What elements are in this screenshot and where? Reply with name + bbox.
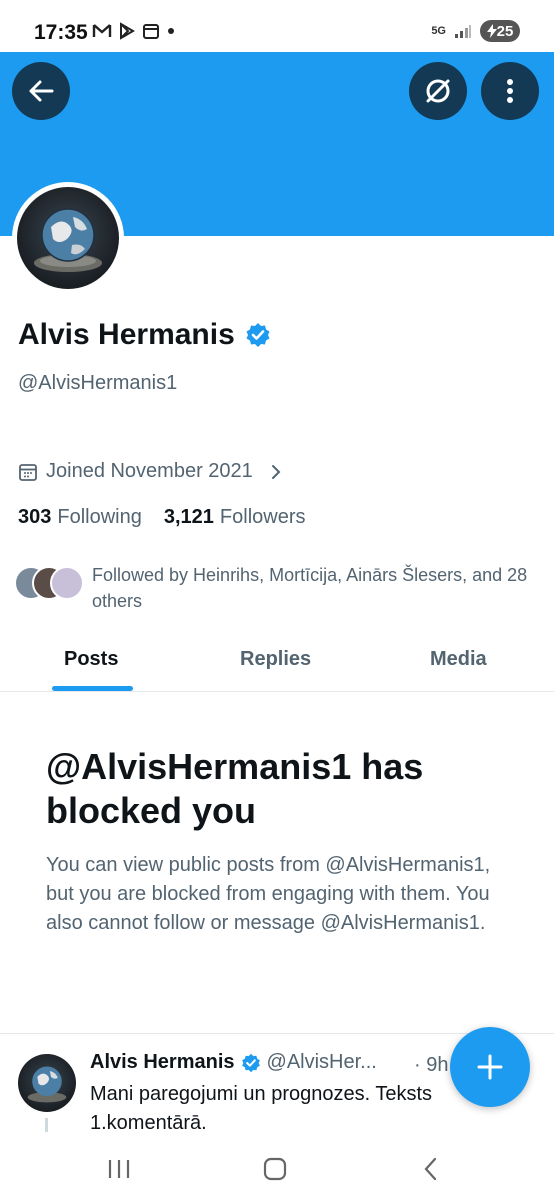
play-store-icon [120,22,135,40]
tweet-author-name[interactable]: Alvis Hermanis [90,1051,235,1074]
verified-badge-icon[interactable] [245,322,271,348]
tab-media[interactable]: Media [430,648,487,671]
follower-avatar [50,566,84,600]
followers-link[interactable]: 3,121 Followers [164,506,306,529]
globe-sculpture-image [27,1066,67,1103]
tweet-header: Alvis Hermanis @AlvisHer... [90,1051,470,1074]
gmail-icon [92,24,112,37]
more-options-button[interactable] [481,62,539,120]
blocked-title: @AlvisHermanis1 has blocked you [46,746,424,831]
following-count: 303 [18,506,52,528]
calendar-icon [143,24,159,39]
battery-level: 25 [496,22,514,40]
tweet-text[interactable]: Mani paregojumi un prognozes. Teksts 1.k… [90,1080,440,1138]
followers-count: 3,121 [163,506,214,528]
tab-replies[interactable]: Replies [240,648,311,671]
active-tab-indicator [52,686,133,691]
grok-button[interactable] [409,62,467,120]
joined-row[interactable]: Joined November 2021 [18,460,285,483]
profile-name: Alvis Hermanis [18,318,235,351]
profile-name-row: Alvis Hermanis [18,318,271,352]
followers-label: Followers [219,506,306,528]
thread-line [45,1118,48,1132]
more-notifications-dot-icon [168,28,174,34]
home-button[interactable] [260,1156,290,1182]
avatar-image [17,187,119,289]
more-vertical-icon [507,79,513,103]
followed-by-row[interactable]: Followed by Heinrihs, Mortīcija, Ainārs … [14,562,534,614]
signal-icon [455,25,471,38]
globe-sculpture-image [34,208,102,272]
profile-avatar[interactable] [12,182,124,294]
recent-apps-button[interactable] [104,1156,134,1182]
charging-bolt-icon [486,24,497,38]
chevron-left-icon [424,1157,437,1181]
network-5g-icon: 5G [431,25,446,37]
tweet-avatar[interactable] [18,1054,76,1112]
system-nav-bar [0,1140,554,1200]
profile-tabs: Posts Replies Media [0,630,554,692]
following-label: Following [57,506,142,528]
home-icon [263,1157,287,1181]
battery-indicator: 25 [480,20,520,42]
profile-handle: @AlvisHermanis1 [18,372,178,394]
followed-by-text: Followed by Heinrihs, Mortīcija, Ainārs … [92,565,528,611]
recent-apps-icon [108,1160,130,1178]
notification-icons [92,22,176,40]
tweet-author-handle: @AlvisHer... [266,1051,377,1073]
plus-icon [477,1054,503,1080]
following-link[interactable]: 303 Following [18,506,142,529]
system-icons: 5G 25 [431,20,520,42]
chevron-right-icon [271,464,281,479]
followed-by-avatars [14,562,84,600]
calendar-icon [19,463,37,481]
compose-post-button[interactable] [450,1027,530,1107]
tweet-timestamp: · 9h [414,1054,449,1076]
verified-badge-icon [241,1053,260,1072]
grok-icon [426,79,450,103]
tab-posts[interactable]: Posts [64,648,118,671]
system-back-button[interactable] [416,1156,446,1182]
status-time: 17:35 [34,21,88,44]
arrow-left-icon [29,80,54,102]
joined-date: Joined November 2021 [46,460,253,482]
follow-stats: 303 Following 3,121 Followers [18,506,306,529]
blocked-message: You can view public posts from @AlvisHer… [46,854,491,934]
back-button[interactable] [12,62,70,120]
status-bar: 17:35 5G 25 [0,0,554,52]
